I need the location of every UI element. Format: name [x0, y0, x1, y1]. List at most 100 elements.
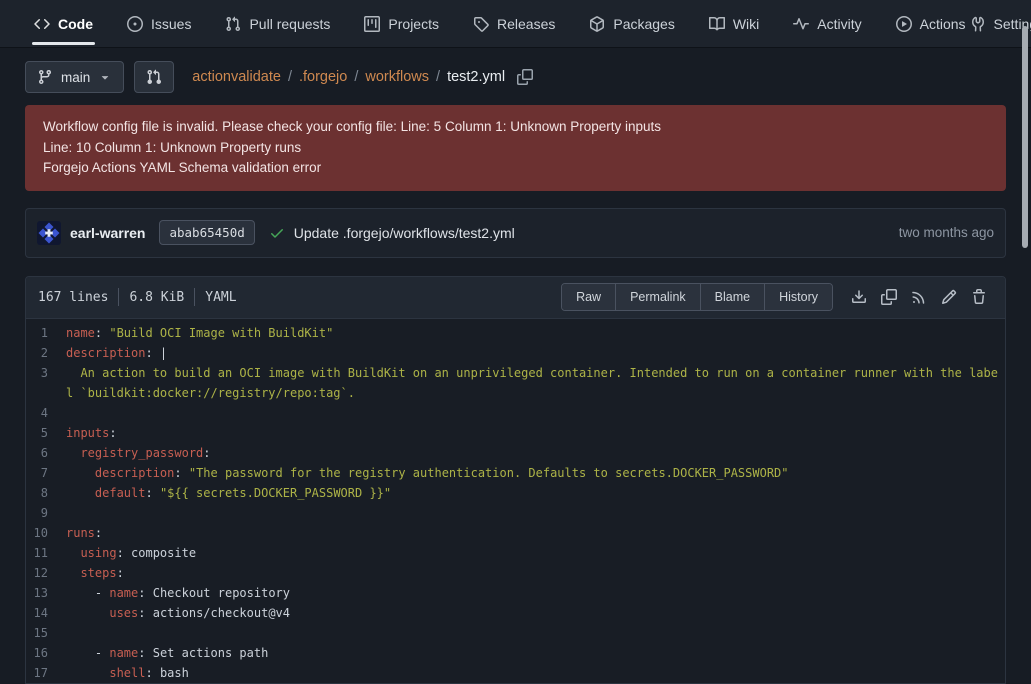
nav-tab-wiki[interactable]: Wiki [707, 0, 761, 47]
code-line: 5inputs: [26, 423, 1005, 443]
repo-tab-bar: Code Issues Pull requests Projects Releases P… [0, 0, 1031, 48]
code-line: 7 description: "The password for the reg… [26, 463, 1005, 483]
code-view: 1name: "Build OCI Image with BuildKit"2 d… [26, 319, 1005, 683]
file-toolbar: main actionvalidate/.forgejo/workflows/t… [25, 61, 1006, 93]
code-text: shell: bash [66, 663, 1005, 683]
line-number[interactable]: 13 [26, 583, 66, 603]
code-line: 8 default: "${{ secrets.DOCKER_PASSWORD … [26, 483, 1005, 503]
commit-message[interactable]: Update .forgejo/workflows/test2.yml [294, 225, 515, 241]
code-text: - name: Set actions path [66, 643, 1005, 663]
code-text: runs: [66, 523, 1005, 543]
pull-request-icon [225, 16, 241, 32]
permalink-button[interactable]: Permalink [615, 284, 700, 310]
code-line: 12 steps: [26, 563, 1005, 583]
code-line: 17 shell: bash [26, 663, 1005, 683]
code-line: 15 [26, 623, 1005, 643]
code-line: 3 An action to build an OCI image with B… [26, 363, 1005, 403]
copy-icon[interactable] [881, 289, 897, 305]
nav-tab-label: Actions [920, 16, 966, 32]
code-icon [34, 16, 50, 32]
tools-icon [970, 16, 986, 32]
workflow-error-banner: Workflow config file is invalid. Please … [25, 105, 1006, 191]
line-number[interactable]: 9 [26, 503, 66, 523]
git-branch-icon [37, 69, 53, 85]
meta-divider [194, 288, 195, 306]
git-compare-icon [146, 69, 162, 85]
file-action-icons [851, 289, 987, 305]
avatar[interactable] [37, 221, 61, 245]
error-line: Forgejo Actions YAML Schema validation e… [43, 158, 988, 179]
breadcrumb-forgejo[interactable]: .forgejo [299, 69, 347, 85]
nav-tab-label: Pull requests [249, 16, 330, 32]
issue-icon [127, 16, 143, 32]
code-line: 1name: "Build OCI Image with BuildKit" [26, 323, 1005, 343]
commit-author[interactable]: earl-warren [70, 225, 145, 241]
commit-status-check-icon[interactable] [269, 225, 285, 241]
compare-button[interactable] [134, 61, 174, 93]
nav-tab-actions[interactable]: Actions [894, 0, 968, 47]
line-number[interactable]: 14 [26, 603, 66, 623]
line-number[interactable]: 1 [26, 323, 66, 343]
nav-tab-projects[interactable]: Projects [362, 0, 441, 47]
nav-tab-label: Packages [613, 16, 674, 32]
code-text: steps: [66, 563, 1005, 583]
code-text [66, 503, 1005, 523]
line-number[interactable]: 12 [26, 563, 66, 583]
line-number[interactable]: 17 [26, 663, 66, 683]
chevron-down-icon [98, 70, 112, 84]
code-text: using: composite [66, 543, 1005, 563]
meta-divider [118, 288, 119, 306]
line-number[interactable]: 2 [26, 343, 66, 363]
error-line: Workflow config file is invalid. Please … [43, 117, 988, 138]
page-scrollbar[interactable] [1022, 26, 1028, 248]
line-number[interactable]: 16 [26, 643, 66, 663]
commit-sha-badge[interactable]: abab65450d [159, 220, 254, 245]
line-number[interactable]: 5 [26, 423, 66, 443]
code-text: uses: actions/checkout@v4 [66, 603, 1005, 623]
nav-tab-code[interactable]: Code [32, 0, 95, 47]
line-number[interactable]: 11 [26, 543, 66, 563]
line-number[interactable]: 10 [26, 523, 66, 543]
nav-tab-label: Code [58, 16, 93, 32]
file-size: 6.8 KiB [129, 290, 184, 305]
code-line: 6 registry_password: [26, 443, 1005, 463]
nav-tab-label: Issues [151, 16, 191, 32]
nav-tab-issues[interactable]: Issues [125, 0, 193, 47]
line-number[interactable]: 8 [26, 483, 66, 503]
play-icon [896, 16, 912, 32]
code-line: 13 - name: Checkout repository [26, 583, 1005, 603]
code-text: default: "${{ secrets.DOCKER_PASSWORD }}… [66, 483, 1005, 503]
breadcrumb-workflows[interactable]: workflows [365, 69, 429, 85]
history-button[interactable]: History [764, 284, 832, 310]
blame-button[interactable]: Blame [700, 284, 764, 310]
download-icon[interactable] [851, 289, 867, 305]
line-number[interactable]: 4 [26, 403, 66, 423]
nav-tab-label: Activity [817, 16, 861, 32]
code-line: 11 using: composite [26, 543, 1005, 563]
line-number[interactable]: 7 [26, 463, 66, 483]
copy-path-icon[interactable] [517, 69, 533, 85]
delete-icon[interactable] [971, 289, 987, 305]
pulse-icon [793, 16, 809, 32]
code-line: 10runs: [26, 523, 1005, 543]
nav-tab-activity[interactable]: Activity [791, 0, 863, 47]
file-meta: 167 lines 6.8 KiB YAML [38, 288, 237, 306]
rss-icon[interactable] [911, 289, 927, 305]
file-view: 167 lines 6.8 KiB YAML RawPermalinkBlame… [25, 276, 1006, 684]
line-number[interactable]: 3 [26, 363, 66, 403]
nav-tab-packages[interactable]: Packages [587, 0, 676, 47]
breadcrumb-separator: / [288, 69, 292, 85]
edit-icon[interactable] [941, 289, 957, 305]
line-number[interactable]: 15 [26, 623, 66, 643]
breadcrumb: actionvalidate/.forgejo/workflows/test2.… [192, 69, 533, 85]
line-number[interactable]: 6 [26, 443, 66, 463]
breadcrumb-actionvalidate[interactable]: actionvalidate [192, 69, 281, 85]
latest-commit-bar: earl-warren abab65450d Update .forgejo/w… [25, 208, 1006, 258]
nav-tab-pull-requests[interactable]: Pull requests [223, 0, 332, 47]
raw-button[interactable]: Raw [562, 284, 615, 310]
code-text [66, 623, 1005, 643]
nav-tab-releases[interactable]: Releases [471, 0, 557, 47]
file-button-group: RawPermalinkBlameHistory [561, 283, 833, 311]
branch-selector-button[interactable]: main [25, 61, 124, 93]
breadcrumb-separator: / [436, 69, 440, 85]
